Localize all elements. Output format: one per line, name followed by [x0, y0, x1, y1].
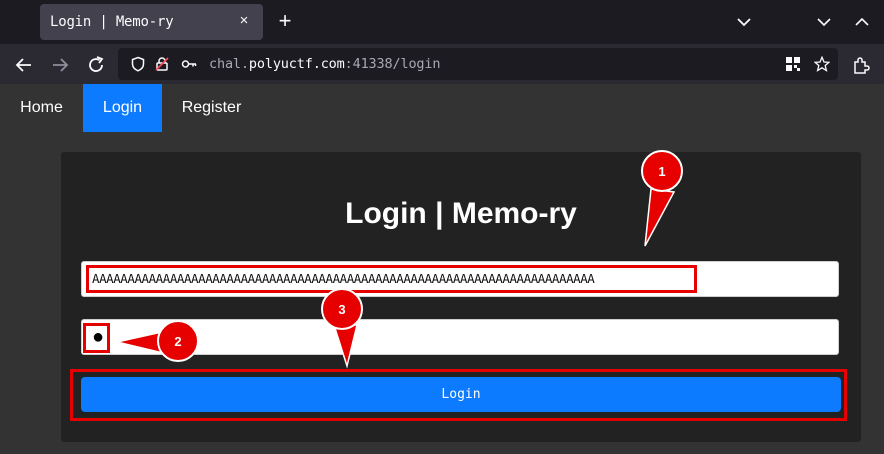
callout-marker-3: 3 [321, 288, 363, 369]
callout-label-3: 3 [338, 302, 345, 317]
callout-label-2: 2 [174, 334, 181, 349]
callout-marker-2: 2 [116, 320, 199, 362]
callout-marker-1: 1 [641, 150, 683, 247]
callout-label-1: 1 [658, 164, 665, 179]
annotation-callouts: 1 2 3 [116, 150, 683, 369]
